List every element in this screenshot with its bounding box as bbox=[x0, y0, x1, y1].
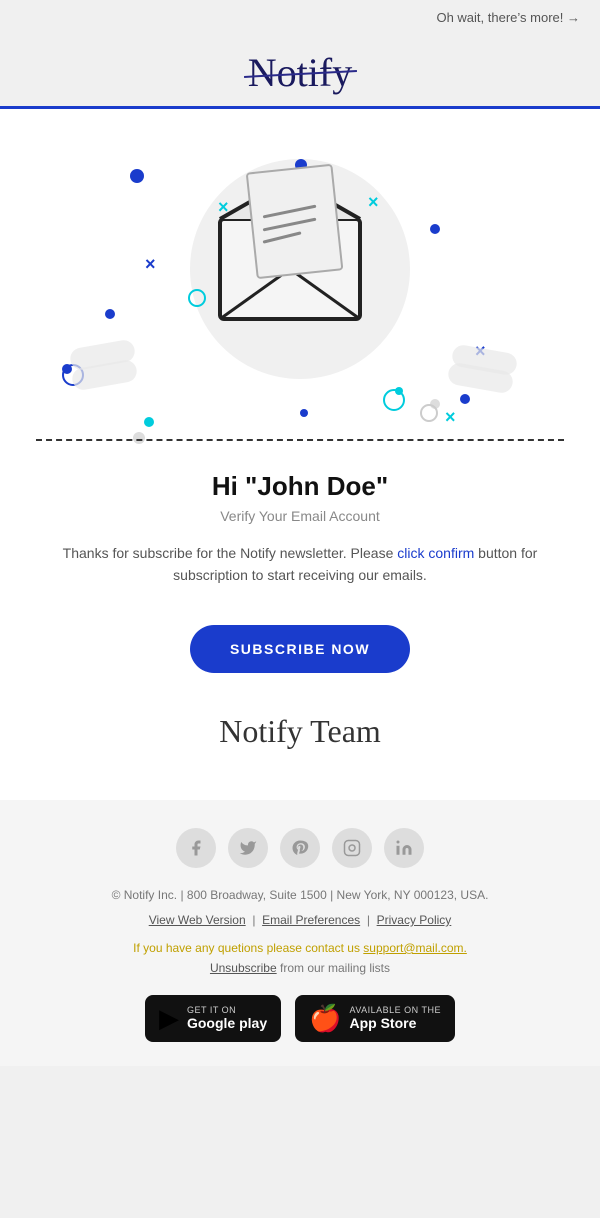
twitter-icon[interactable] bbox=[228, 828, 268, 868]
x-mark-5: × bbox=[445, 407, 456, 428]
circle-outline-3 bbox=[420, 404, 438, 422]
pinterest-icon[interactable] bbox=[280, 828, 320, 868]
footer-unsub: Unsubscribe from our mailing lists bbox=[20, 961, 580, 975]
footer-contact: If you have any quetions please contact … bbox=[20, 941, 580, 955]
app-store-button[interactable]: 🍎 Available on the App Store bbox=[295, 995, 455, 1042]
dot-gray-1 bbox=[133, 432, 145, 444]
app-store-large-text: App Store bbox=[349, 1015, 416, 1031]
apple-icon: 🍎 bbox=[309, 1003, 341, 1034]
subscribe-button[interactable]: SUBSCRIBE NOW bbox=[190, 625, 410, 673]
illustration-area: × × × × × bbox=[0, 109, 600, 449]
x-mark-1: × bbox=[145, 254, 156, 275]
google-play-button[interactable]: ▶ GET IT ON Google play bbox=[145, 995, 281, 1042]
facebook-icon[interactable] bbox=[176, 828, 216, 868]
greeting-body: Thanks for subscribe for the Notify news… bbox=[40, 542, 560, 587]
social-icons-row bbox=[20, 828, 580, 868]
support-email-link[interactable]: support@mail.com. bbox=[363, 941, 467, 955]
dashed-divider bbox=[36, 439, 564, 441]
greeting-title: Hi "John Doe" bbox=[40, 471, 560, 502]
privacy-policy-link[interactable]: Privacy Policy bbox=[377, 913, 452, 927]
confirm-link[interactable]: click confirm bbox=[397, 545, 474, 561]
header: Notify bbox=[0, 35, 600, 106]
dot-7 bbox=[460, 394, 470, 404]
top-bar: Oh wait, there’s more! → bbox=[0, 0, 600, 35]
more-link[interactable]: Oh wait, there’s more! → bbox=[436, 10, 580, 25]
dot-2 bbox=[430, 224, 440, 234]
app-buttons-row: ▶ GET IT ON Google play 🍎 Available on t… bbox=[20, 995, 580, 1042]
app-store-small-text: Available on the bbox=[349, 1005, 441, 1015]
greeting-section: Hi "John Doe" Verify Your Email Account … bbox=[0, 451, 600, 625]
unsubscribe-link[interactable]: Unsubscribe bbox=[210, 961, 277, 975]
google-play-icon: ▶ bbox=[159, 1003, 179, 1034]
google-play-small-text: GET IT ON bbox=[187, 1005, 236, 1015]
footer-links: View Web Version | Email Preferences | P… bbox=[20, 913, 580, 927]
dot-cyan-1 bbox=[144, 417, 154, 427]
signature: Notify Team bbox=[0, 703, 600, 770]
footer-address: © Notify Inc. | 800 Broadway, Suite 1500… bbox=[20, 886, 580, 905]
instagram-icon[interactable] bbox=[332, 828, 372, 868]
logo: Notify bbox=[248, 49, 352, 96]
dot-5 bbox=[300, 409, 308, 417]
envelope-illustration bbox=[190, 149, 410, 349]
google-play-large-text: Google play bbox=[187, 1015, 267, 1031]
dot-3 bbox=[105, 309, 115, 319]
circle-outline-4 bbox=[383, 389, 405, 411]
dot-1 bbox=[130, 169, 144, 183]
email-preferences-link[interactable]: Email Preferences bbox=[262, 913, 360, 927]
view-web-link[interactable]: View Web Version bbox=[149, 913, 246, 927]
footer: © Notify Inc. | 800 Broadway, Suite 1500… bbox=[0, 800, 600, 1066]
greeting-subtitle: Verify Your Email Account bbox=[40, 508, 560, 524]
main-card: × × × × × bbox=[0, 109, 600, 800]
linkedin-icon[interactable] bbox=[384, 828, 424, 868]
